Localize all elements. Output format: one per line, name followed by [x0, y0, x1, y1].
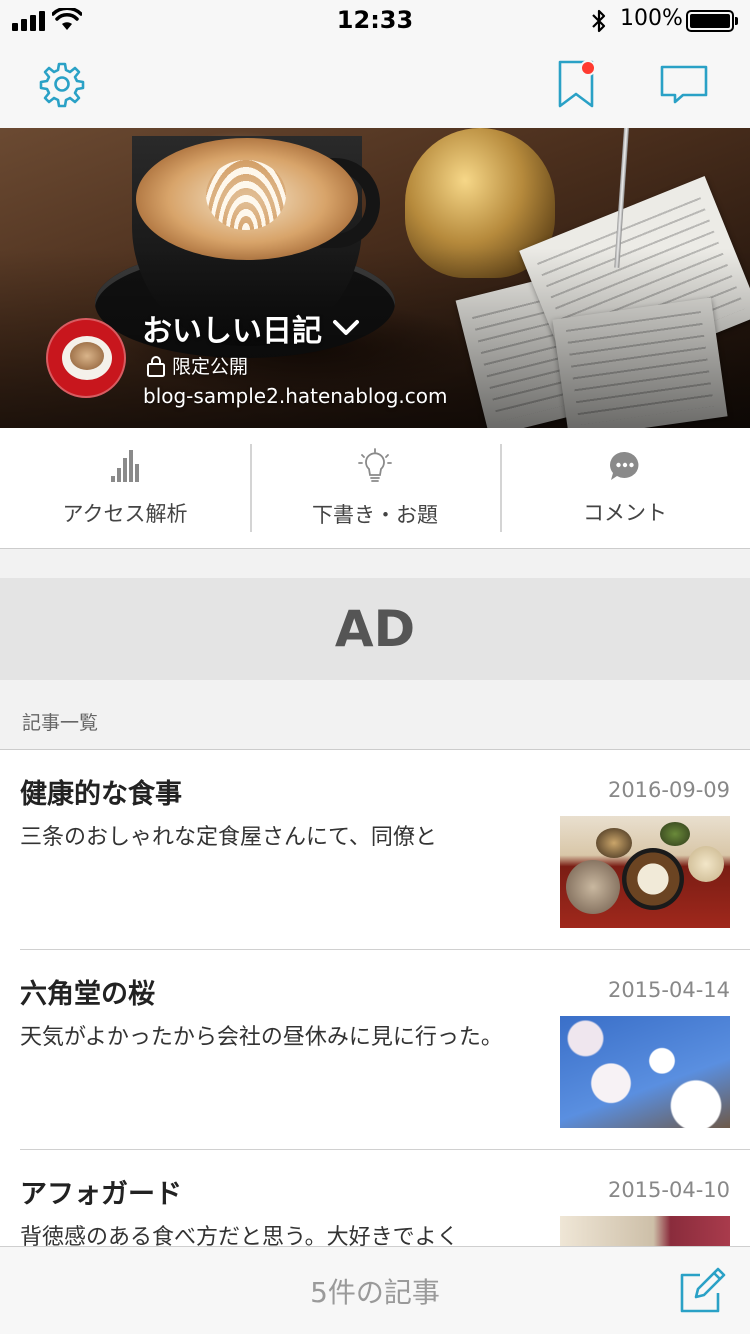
- action-label: コメント: [583, 501, 667, 525]
- settings-button[interactable]: [32, 56, 92, 112]
- battery-percentage: 100%: [620, 6, 683, 31]
- new-entry-button[interactable]: [676, 1265, 728, 1317]
- entry-thumbnail: [560, 1216, 730, 1246]
- comments-button[interactable]: コメント: [500, 428, 750, 548]
- bookmark-button[interactable]: [546, 56, 606, 112]
- entry-count: 5件の記事: [310, 1276, 440, 1309]
- bowl-shape: [622, 848, 684, 910]
- privacy-status: 限定公開: [146, 352, 248, 379]
- action-label: アクセス解析: [62, 502, 188, 526]
- gear-icon: [39, 62, 85, 108]
- blog-header: おいしい日記 限定公開 blog-sample2.hatenablog.com: [0, 128, 750, 428]
- drafts-topics-button[interactable]: 下書き・お題: [250, 428, 500, 548]
- access-analytics-button[interactable]: アクセス解析: [0, 428, 250, 548]
- lock-icon: [147, 355, 165, 377]
- bowl-shape: [660, 822, 690, 846]
- entry-excerpt: 三条のおしゃれな定食屋さんにて、同僚と: [20, 825, 437, 850]
- entry-thumbnail: [560, 816, 730, 928]
- entries-list: 健康的な食事 2016-09-09 三条のおしゃれな定食屋さんにて、同僚と 六角…: [0, 749, 750, 1246]
- bar-chart-icon: [111, 450, 139, 482]
- entry-excerpt: 天気がよかったから会社の昼休みに見に行った。: [20, 1025, 503, 1050]
- ad-label: AD: [334, 600, 416, 658]
- entry-title: アフォガード: [20, 1179, 182, 1210]
- ad-banner[interactable]: AD: [0, 578, 750, 680]
- entry-date: 2015-04-10: [607, 1178, 730, 1202]
- comment-icon: [610, 451, 639, 480]
- bowl-shape: [688, 846, 724, 882]
- privacy-label: 限定公開: [172, 356, 249, 378]
- status-bar: 12:33 100%: [0, 0, 750, 42]
- entry-title: 六角堂の桜: [20, 979, 155, 1010]
- compose-icon: [680, 1267, 726, 1313]
- messages-button[interactable]: [654, 56, 714, 112]
- blog-title-selector[interactable]: おいしい日記: [142, 306, 360, 350]
- action-label: 下書き・お題: [312, 503, 438, 527]
- entry-date: 2015-04-14: [607, 978, 730, 1002]
- notification-badge: [580, 60, 596, 76]
- entry-row[interactable]: 六角堂の桜 2015-04-14 天気がよかったから会社の昼休みに見に行った。: [0, 950, 750, 1150]
- bowl-shape: [596, 828, 632, 858]
- bowl-shape: [566, 860, 620, 914]
- entries-section-header: 記事一覧: [22, 712, 99, 734]
- entry-row[interactable]: アフォガード 2015-04-10 背徳感のある食べ方だと思う。大好きでよく: [0, 1150, 750, 1246]
- entry-thumbnail: [560, 1016, 730, 1128]
- entry-date: 2016-09-09: [607, 778, 730, 802]
- battery-icon: [686, 10, 738, 32]
- navigation-bar: [0, 42, 750, 128]
- lightbulb-icon: [358, 448, 392, 482]
- chat-bubble-icon: [660, 65, 708, 104]
- blog-avatar[interactable]: [46, 318, 126, 398]
- entry-title: 健康的な食事: [20, 779, 182, 810]
- blog-title: おいしい日記: [142, 314, 322, 349]
- blog-url: blog-sample2.hatenablog.com: [143, 384, 448, 408]
- bluetooth-icon: [592, 9, 606, 33]
- bottom-toolbar: 5件の記事: [0, 1246, 750, 1334]
- action-row: アクセス解析 下書き・お題 コメント: [0, 428, 750, 549]
- chevron-down-icon: [333, 320, 359, 335]
- entry-excerpt: 背徳感のある食べ方だと思う。大好きでよく: [20, 1225, 459, 1246]
- entry-row[interactable]: 健康的な食事 2016-09-09 三条のおしゃれな定食屋さんにて、同僚と: [0, 750, 750, 950]
